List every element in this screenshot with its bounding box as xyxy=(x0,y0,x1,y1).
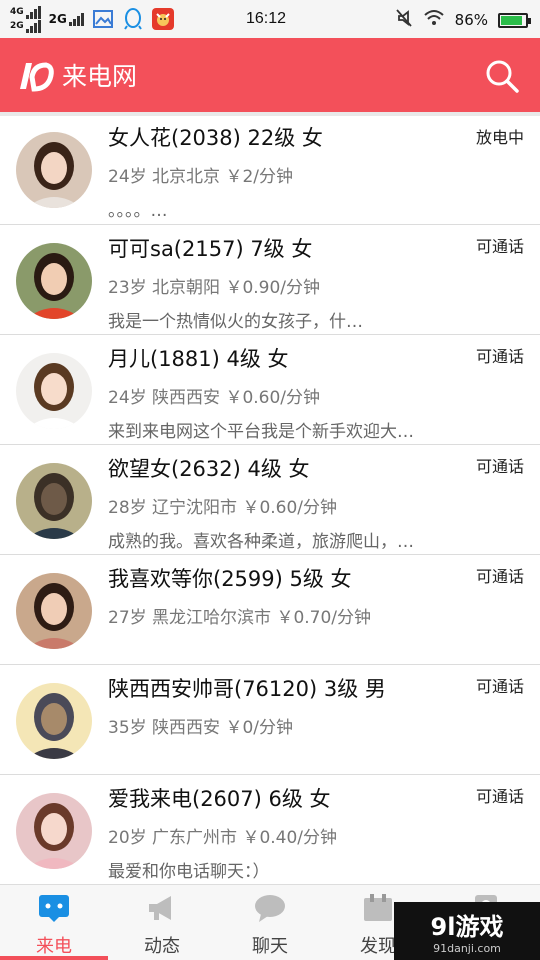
avatar[interactable] xyxy=(16,243,92,319)
app-header: 来电网 xyxy=(0,38,540,112)
contact-status: 放电中 xyxy=(475,128,524,147)
contact-status: 可通话 xyxy=(475,677,524,696)
contact-list-item[interactable]: 月儿(1881) 4级 女 可通话 24岁 陕西西安 ￥0.60/分钟 来到来电… xyxy=(0,335,540,445)
contact-list-item[interactable]: 女人花(2038) 22级 女 放电中 24岁 北京北京 ￥2/分钟 。。。。… xyxy=(0,112,540,225)
contact-description: 我是一个热情似火的女孩子，什… xyxy=(108,312,363,332)
search-icon xyxy=(486,60,519,93)
contact-name: 爱我来电(2607) 6级 女 xyxy=(108,787,331,811)
status-bar: 4G 2G 2G 16:12 86% xyxy=(0,0,540,38)
contact-status: 可通话 xyxy=(475,347,524,366)
watermark: 9l游戏 91danji.com xyxy=(394,902,540,960)
qq-icon xyxy=(122,8,144,30)
avatar[interactable] xyxy=(16,573,92,649)
contact-list: 女人花(2038) 22级 女 放电中 24岁 北京北京 ￥2/分钟 。。。。…… xyxy=(0,112,540,885)
watermark-sub: 91danji.com xyxy=(433,942,501,955)
contact-meta: 24岁 陕西西安 ￥0.60/分钟 xyxy=(108,388,321,408)
avatar[interactable] xyxy=(16,683,92,759)
tab-megaphone[interactable]: 动态 xyxy=(108,885,216,960)
contact-meta: 20岁 广东广州市 ￥0.40/分钟 xyxy=(108,828,338,848)
status-right: 86% xyxy=(395,8,531,32)
contact-list-item[interactable]: 爱我来电(2607) 6级 女 可通话 20岁 广东广州市 ￥0.40/分钟 最… xyxy=(0,775,540,885)
contact-meta: 24岁 北京北京 ￥2/分钟 xyxy=(108,167,293,187)
contact-name: 欲望女(2632) 4级 女 xyxy=(108,457,310,481)
contact-list-item[interactable]: 陕西西安帅哥(76120) 3级 男 可通话 35岁 陕西西安 ￥0/分钟 xyxy=(0,665,540,775)
contact-list-item[interactable]: 我喜欢等你(2599) 5级 女 可通话 27岁 黑龙江哈尔滨市 ￥0.70/分… xyxy=(0,555,540,665)
contact-description: 。。。。… xyxy=(108,201,168,221)
watermark-main: 9l游戏 xyxy=(430,913,504,941)
tab-chat-bubble[interactable]: 来电 xyxy=(0,885,108,960)
status-left: 4G 2G 2G xyxy=(10,5,174,33)
tab-label: 来电 xyxy=(36,936,72,957)
chat-bubble-icon xyxy=(37,893,71,932)
network-indicator-2: 2G xyxy=(49,12,84,26)
contact-status: 可通话 xyxy=(475,567,524,586)
contact-meta: 27岁 黑龙江哈尔滨市 ￥0.70/分钟 xyxy=(108,608,372,628)
contact-list-item[interactable]: 欲望女(2632) 4级 女 可通话 28岁 辽宁沈阳市 ￥0.60/分钟 成熟… xyxy=(0,445,540,555)
battery-level xyxy=(501,15,522,25)
battery-percent: 86% xyxy=(454,11,488,29)
contact-name: 女人花(2038) 22级 女 xyxy=(108,126,323,150)
tab-speech-bubble[interactable]: 聊天 xyxy=(216,885,324,960)
contact-list-item[interactable]: 可可sa(2157) 7级 女 可通话 23岁 北京朝阳 ￥0.90/分钟 我是… xyxy=(0,225,540,335)
avatar[interactable] xyxy=(16,463,92,539)
search-button[interactable] xyxy=(484,58,520,94)
contact-name: 月儿(1881) 4级 女 xyxy=(108,347,289,371)
contact-status: 可通话 xyxy=(475,237,524,256)
megaphone-icon xyxy=(145,893,179,932)
avatar[interactable] xyxy=(16,132,92,208)
contact-meta: 28岁 辽宁沈阳市 ￥0.60/分钟 xyxy=(108,498,338,518)
contact-meta: 23岁 北京朝阳 ￥0.90/分钟 xyxy=(108,278,321,298)
contact-meta: 35岁 陕西西安 ￥0/分钟 xyxy=(108,718,293,738)
app-logo-icon xyxy=(16,57,56,93)
tab-label: 动态 xyxy=(144,936,180,957)
contact-description: 最爱和你电话聊天：） xyxy=(108,862,270,882)
contact-name: 可可sa(2157) 7级 女 xyxy=(108,237,313,261)
tab-label: 聊天 xyxy=(252,936,288,957)
contact-name: 我喜欢等你(2599) 5级 女 xyxy=(108,567,352,591)
mute-icon xyxy=(395,8,413,32)
gallery-icon xyxy=(92,8,114,30)
avatar[interactable] xyxy=(16,793,92,869)
app-cow-icon xyxy=(151,8,174,30)
contact-status: 可通话 xyxy=(475,457,524,476)
avatar[interactable] xyxy=(16,353,92,429)
network-indicator-1: 4G 2G xyxy=(10,5,41,33)
contact-description: 来到来电网这个平台我是个新手欢迎大… xyxy=(108,422,414,442)
speech-bubble-icon xyxy=(253,893,287,932)
calendar-icon xyxy=(361,893,395,932)
signal-icon xyxy=(68,12,84,26)
contact-status: 可通话 xyxy=(475,787,524,806)
tab-label: 发现 xyxy=(360,936,396,957)
contact-description: 成熟的我。喜欢各种柔道，旅游爬山，… xyxy=(108,532,414,552)
net2-label: 2G xyxy=(48,12,67,26)
wifi-icon xyxy=(423,9,445,31)
app-title: 来电网 xyxy=(62,62,138,91)
signal-icon xyxy=(25,19,41,33)
signal-icon xyxy=(25,5,41,19)
net1-top-label: 4G xyxy=(10,7,24,17)
clock: 16:12 xyxy=(246,10,287,27)
battery-icon xyxy=(498,12,531,28)
net1-bottom-label: 2G xyxy=(10,21,24,31)
contact-name: 陕西西安帅哥(76120) 3级 男 xyxy=(108,677,386,701)
